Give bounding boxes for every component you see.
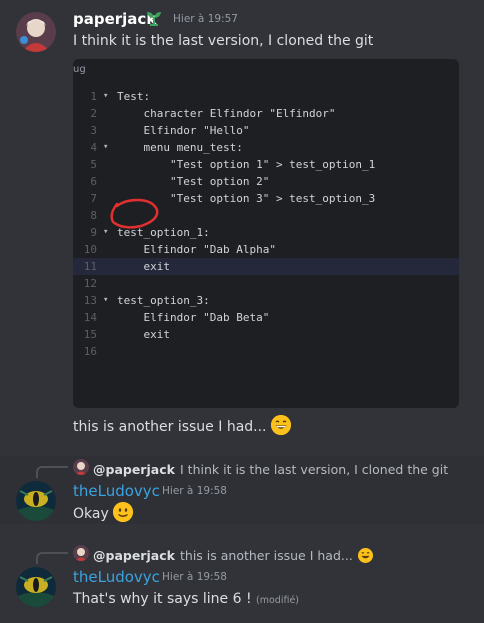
reply-excerpt: this is another issue I had... xyxy=(180,548,353,563)
code-text: exit xyxy=(117,260,170,273)
reply-excerpt: I think it is the last version, I cloned… xyxy=(180,462,449,477)
edited-label: (modifié) xyxy=(256,595,299,606)
red-annotation-circle xyxy=(110,198,159,229)
reply-avatar-paperjack xyxy=(73,545,89,561)
timestamp[interactable]: Hier à 19:58 xyxy=(162,485,227,497)
avatar-paperjack[interactable] xyxy=(16,12,56,52)
message-body: That's why it says line 6 ! xyxy=(73,591,252,607)
line-number: 14 xyxy=(83,311,97,324)
code-line: 14 Elfindor "Dab Beta" xyxy=(73,309,459,326)
line-number: 4 xyxy=(90,141,97,154)
code-text: Elfindor "Dab Beta" xyxy=(117,311,270,324)
fold-chevron-icon: ▾ xyxy=(103,142,109,152)
sprout-badge-icon xyxy=(145,9,163,27)
code-editor: 1 ▾ Test: 2 character Elfindor "Elfindor" 3 … xyxy=(73,83,459,408)
code-line: 1 ▾ Test: xyxy=(73,88,459,105)
followup-text: this is another issue I had... xyxy=(73,419,267,435)
code-text: character Elfindor "Elfindor" xyxy=(117,107,336,120)
line-number: 13 xyxy=(83,294,97,307)
line-number: 3 xyxy=(90,124,97,137)
message-body: Okay xyxy=(73,506,109,522)
fold-chevron-icon: ▾ xyxy=(103,91,109,101)
line-number: 12 xyxy=(83,277,97,290)
code-editor-tabbar: ug xyxy=(73,59,459,83)
reply-avatar-paperjack xyxy=(73,459,89,475)
code-text: Test: xyxy=(117,90,151,103)
reply-author: @paperjack xyxy=(93,548,175,563)
reply-author: @paperjack xyxy=(93,462,175,477)
line-number: 1 xyxy=(90,90,97,103)
code-screenshot[interactable]: ug 1 ▾ Test: 2 character Elfindor "Elfindor… xyxy=(73,59,459,408)
code-line: 10 Elfindor "Dab Alpha" xyxy=(73,241,459,258)
slight-smile-emoji-icon xyxy=(113,502,134,522)
code-text: "Test option 1" > test_option_1 xyxy=(117,158,376,171)
code-text: "Test option 2" xyxy=(117,175,270,188)
code-text: Elfindor "Hello" xyxy=(117,124,250,137)
author-name[interactable]: paperjack xyxy=(73,10,156,28)
line-number: 16 xyxy=(83,345,97,358)
line-number: 5 xyxy=(90,158,97,171)
author-name[interactable]: theLudovyc xyxy=(73,568,160,586)
message-text: That's why it says line 6 ! (modifié) xyxy=(73,590,299,610)
reply-connector xyxy=(36,466,68,478)
fold-chevron-icon: ▾ xyxy=(103,295,109,305)
grinning-emoji-small-icon xyxy=(357,548,373,563)
code-text: exit xyxy=(117,328,170,341)
avatar-theludovyc[interactable] xyxy=(16,481,56,521)
code-line: 2 character Elfindor "Elfindor" xyxy=(73,105,459,122)
message-text-followup: this is another issue I had... xyxy=(73,415,291,436)
line-number: 2 xyxy=(90,107,97,120)
code-line: 12 xyxy=(73,275,459,292)
reply-preview[interactable]: @paperjack this is another issue I had..… xyxy=(93,545,373,564)
code-line: 16 xyxy=(73,343,459,360)
code-tab-label: ug xyxy=(73,64,86,75)
code-line: 3 Elfindor "Hello" xyxy=(73,122,459,139)
grinning-emoji-icon xyxy=(270,415,291,435)
message-text: Okay xyxy=(73,502,134,523)
line-number: 11 xyxy=(83,260,97,273)
message-text: I think it is the last version, I cloned… xyxy=(73,33,374,49)
code-line: 4 ▾ menu menu_test: xyxy=(73,139,459,156)
code-line: 5 "Test option 1" > test_option_1 xyxy=(73,156,459,173)
code-text: test_option_3: xyxy=(117,294,210,307)
code-text: menu menu_test: xyxy=(117,141,243,154)
timestamp[interactable]: Hier à 19:57 xyxy=(173,13,238,25)
reply-preview[interactable]: @paperjack I think it is the last versio… xyxy=(93,459,448,478)
line-number: 10 xyxy=(83,243,97,256)
code-line: 13 ▾ test_option_3: xyxy=(73,292,459,309)
reply-connector xyxy=(36,552,68,564)
line-number: 15 xyxy=(83,328,97,341)
code-line: 15 exit xyxy=(73,326,459,343)
avatar-theludovyc[interactable] xyxy=(16,567,56,607)
timestamp[interactable]: Hier à 19:58 xyxy=(162,571,227,583)
code-line: 6 "Test option 2" xyxy=(73,173,459,190)
line-number: 9 xyxy=(90,226,97,239)
author-name[interactable]: theLudovyc xyxy=(73,482,160,500)
code-text: Elfindor "Dab Alpha" xyxy=(117,243,276,256)
code-line: 11 exit xyxy=(73,258,459,275)
line-number: 8 xyxy=(90,209,97,222)
line-number: 6 xyxy=(90,175,97,188)
line-number: 7 xyxy=(90,192,97,205)
